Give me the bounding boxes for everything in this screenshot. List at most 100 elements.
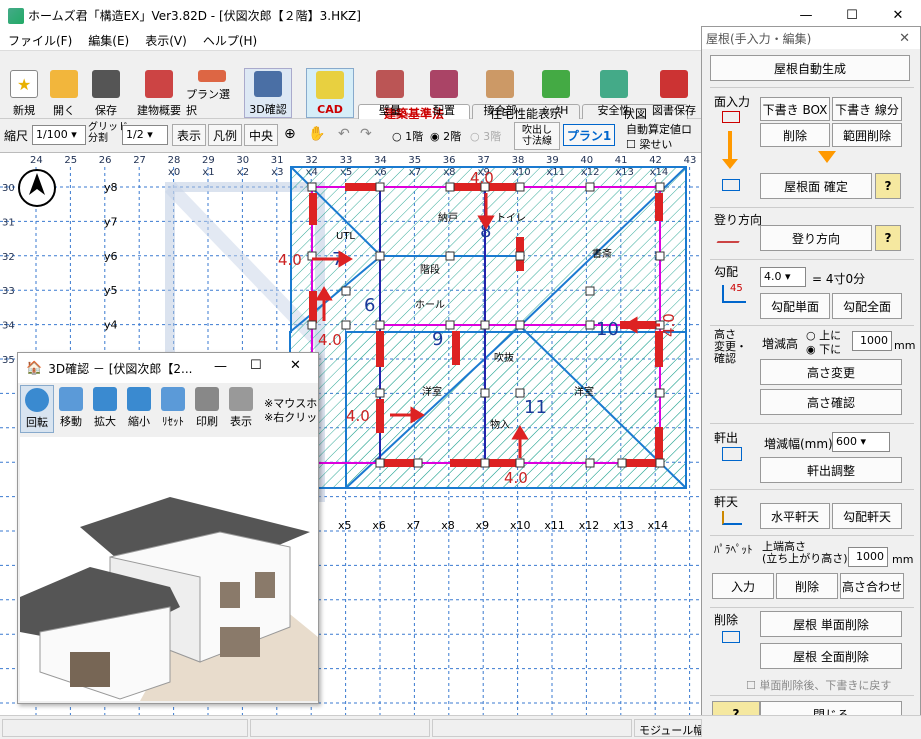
print-label: 印刷 — [196, 415, 218, 428]
column — [341, 286, 351, 296]
floor3-radio[interactable]: ○ 3階 — [470, 128, 501, 144]
undo-icon[interactable]: ↶ — [338, 126, 350, 142]
grid-number-top: 36 — [443, 155, 456, 166]
roof-single-delete-button[interactable]: 屋根 単面削除 — [760, 611, 902, 637]
up-direction-button[interactable]: 登り方向 — [760, 225, 872, 251]
floor2-radio[interactable]: ◉ 2階 — [430, 128, 461, 144]
zoom-in-label: 拡大 — [94, 415, 116, 428]
after-delete-checkbox[interactable]: ☐ 単面削除後、下書きに戻す — [746, 677, 891, 693]
height-input[interactable]: 1000 — [852, 331, 892, 351]
books-save-button[interactable]: 図書保存 — [650, 68, 698, 118]
grid-number-left: 31 — [2, 217, 15, 228]
legend-button[interactable]: 凡例 — [208, 124, 242, 146]
eave-width-label: 増減幅(mm) — [764, 437, 833, 451]
books-label: 図書保存 — [652, 104, 696, 117]
slope-ceiling-button[interactable]: 勾配軒天 — [832, 503, 902, 529]
save-button[interactable]: 保存 — [82, 68, 130, 118]
slope-single-button[interactable]: 勾配単面 — [760, 293, 830, 319]
menu-file[interactable]: ファイル(F) — [0, 32, 80, 49]
joint-button[interactable]: 接合部 — [476, 68, 524, 118]
plan1-button[interactable]: プラン1 — [563, 124, 615, 146]
column — [375, 251, 385, 261]
zoom-in-button[interactable]: 拡大 — [88, 385, 122, 433]
wall-amount-button[interactable]: 壁量 — [366, 68, 414, 118]
sick-house-button[interactable]: ｼｯｸH — [532, 68, 580, 118]
draft-box-button[interactable]: 下書き BOX — [760, 97, 830, 121]
layout-label: 配置 — [433, 104, 455, 117]
roof-panel: 屋根(手入力・編集) ✕ 屋根自動生成 面入力 下書き BOX 下書き 線分 削除… — [701, 26, 921, 739]
beam-checkbox[interactable]: ☐ 梁せい — [626, 136, 672, 152]
3d-minimize-button[interactable]: — — [214, 359, 227, 374]
room-label: 洋室 — [422, 385, 442, 398]
zoom-out-button[interactable]: 縮小 — [122, 385, 156, 433]
down-arrow-icon — [818, 151, 836, 163]
room-label: 吹抜 — [494, 351, 514, 364]
column — [585, 182, 595, 192]
column — [480, 388, 490, 398]
slope-value-label: 4.0 — [660, 313, 678, 337]
column — [480, 458, 490, 468]
3d-window[interactable]: 🏠 3D確認 － [伏図次郎【2... — ☐ ✕ 回転 移動 拡大 縮小 ﾘｾ… — [17, 352, 319, 704]
building-overview-button[interactable]: 建物概要 — [134, 68, 184, 118]
fukidashi-button[interactable]: 吹出し 寸法線 — [514, 122, 560, 150]
menu-help[interactable]: ヘルプ(H) — [195, 32, 265, 49]
cad-label: CAD — [317, 103, 343, 116]
slope-icon — [722, 285, 746, 303]
eave-width-select[interactable]: 600 ▾ — [832, 432, 890, 452]
center-button[interactable]: 中央 — [244, 124, 278, 146]
roof-auto-generate-button[interactable]: 屋根自動生成 — [710, 55, 910, 81]
floor1-radio[interactable]: ○ 1階 — [392, 128, 423, 144]
after-delete-label: 単面削除後、下書きに戻す — [759, 679, 892, 692]
help-button[interactable]: ? — [875, 225, 901, 251]
cad-button[interactable]: CAD — [306, 68, 354, 118]
height-match-button[interactable]: 高さ合わせ — [840, 573, 904, 599]
3d-maximize-button[interactable]: ☐ — [250, 358, 262, 373]
column — [515, 320, 525, 330]
eave-adjust-button[interactable]: 軒出調整 — [760, 457, 902, 483]
rotate-button[interactable]: 回転 — [20, 385, 54, 433]
slope-select[interactable]: 4.0 ▾ — [760, 267, 806, 287]
grid-number-top: 33 — [340, 155, 353, 166]
menu-edit[interactable]: 編集(E) — [80, 32, 137, 49]
zoom-icon[interactable]: ⊕ — [284, 126, 296, 142]
move-button[interactable]: 移動 — [54, 385, 88, 433]
separator — [710, 607, 914, 608]
parapet-input-button[interactable]: 入力 — [712, 573, 774, 599]
open-button[interactable]: 開く — [40, 68, 88, 118]
layout-button[interactable]: 配置 — [420, 68, 468, 118]
roof-face-confirm-button[interactable]: 屋根面 確定 — [760, 173, 872, 199]
draft-line-button[interactable]: 下書き 線分 — [832, 97, 902, 121]
height-check-button[interactable]: 高さ確認 — [760, 389, 902, 415]
scale-select[interactable]: 1/100 ▾ — [32, 125, 86, 145]
3d-confirm-button[interactable]: 3D確認 — [244, 68, 292, 118]
help-button[interactable]: ? — [875, 173, 901, 199]
print-button[interactable]: 印刷 — [190, 385, 224, 433]
plan-select-button[interactable]: プラン選択 — [186, 68, 238, 118]
hand-icon[interactable]: ✋ — [308, 126, 325, 142]
range-delete-button[interactable]: 範囲削除 — [832, 123, 902, 147]
parapet-delete-button[interactable]: 削除 — [776, 573, 838, 599]
slope-all-button[interactable]: 勾配全面 — [832, 293, 902, 319]
redo-icon[interactable]: ↷ — [360, 126, 372, 142]
down-radio[interactable]: ◉ 下に — [806, 341, 841, 357]
3d-close-button[interactable]: ✕ — [290, 358, 301, 373]
reset-label: ﾘｾｯﾄ — [162, 415, 184, 428]
3d-viewport[interactable] — [20, 437, 318, 701]
height-change-button[interactable]: 高さ変更 — [760, 359, 902, 385]
roof-all-delete-button[interactable]: 屋根 全面削除 — [760, 643, 902, 669]
safety-button[interactable]: 安全性 — [590, 68, 638, 118]
slope-number: 11 — [524, 397, 547, 418]
horizontal-ceiling-button[interactable]: 水平軒天 — [760, 503, 830, 529]
grid-x-label-bottom: x14 — [648, 519, 669, 532]
menu-view[interactable]: 表示(V) — [137, 32, 195, 49]
status-cell — [250, 719, 430, 737]
top-height-input[interactable]: 1000 — [848, 547, 888, 567]
window-title: ホームズ君「構造EX」Ver3.82D - [伏図次郎【２階】3.HKZ] — [28, 9, 361, 23]
move-label: 移動 — [60, 415, 82, 428]
panel-close-icon[interactable]: ✕ — [899, 31, 910, 46]
grid-select[interactable]: 1/2 ▾ — [122, 125, 168, 145]
show-button[interactable]: 表示 — [172, 124, 206, 146]
display-button[interactable]: 表示 — [224, 385, 258, 433]
delete-button[interactable]: 削除 — [760, 123, 830, 147]
reset-button[interactable]: ﾘｾｯﾄ — [156, 385, 190, 433]
